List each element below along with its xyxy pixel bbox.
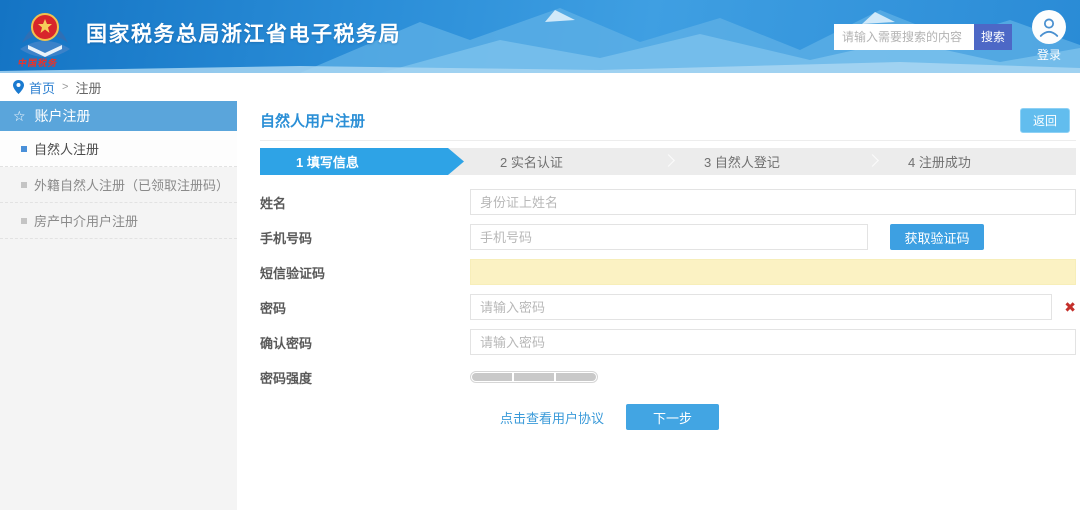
sms-code-control (470, 259, 1076, 285)
sidebar-item-natural-person-register[interactable]: 自然人注册 (0, 131, 237, 167)
form-row-phone: 手机号码 获取验证码 (260, 224, 1076, 250)
password-error-icon: ✖ (1064, 300, 1076, 314)
sidebar-item-label: 外籍自然人注册（已领取注册码） (34, 175, 229, 194)
step-4-register-success: 4 注册成功 (872, 148, 1076, 175)
sidebar-item-label: 房产中介用户注册 (34, 211, 138, 230)
form-row-password-strength: 密码强度 (260, 364, 1076, 390)
password-strength-meter (470, 371, 598, 383)
step-3-natural-person-registration: 3 自然人登记 (668, 148, 872, 175)
step-label: 4 注册成功 (908, 152, 971, 171)
bullet-icon (21, 182, 27, 188)
bullet-icon (21, 146, 27, 152)
step-wizard: 1 填写信息 2 实名认证 3 自然人登记 4 注册成功 (260, 148, 1076, 175)
site-title: 国家税务总局浙江省电子税务局 (86, 18, 401, 48)
sidebar-header-account-register[interactable]: ☆ 账户注册 (0, 101, 237, 131)
page-title: 自然人用户注册 (260, 110, 365, 131)
back-button[interactable]: 返回 (1020, 108, 1070, 133)
sidebar-item-foreign-natural-person-register[interactable]: 外籍自然人注册（已领取注册码） (0, 167, 237, 203)
sms-code-label: 短信验证码 (260, 263, 470, 282)
step-1-fill-info: 1 填写信息 (260, 148, 464, 175)
password-strength-label: 密码强度 (260, 368, 470, 387)
strength-segment (556, 373, 596, 381)
step-2-real-name-auth: 2 实名认证 (464, 148, 668, 175)
form-row-confirm-password: 确认密码 (260, 329, 1076, 355)
breadcrumb-home-link[interactable]: 首页 (29, 78, 55, 97)
name-label: 姓名 (260, 193, 470, 212)
form-row-password: 密码 ✖ (260, 294, 1076, 320)
brand: 中国税务 国家税务总局浙江省电子税务局 (14, 3, 401, 71)
step-label: 2 实名认证 (500, 152, 563, 171)
breadcrumb-current: 注册 (75, 78, 101, 97)
login-box[interactable]: 登录 (1032, 10, 1066, 63)
confirm-password-label: 确认密码 (260, 333, 470, 352)
step-label: 1 填写信息 (296, 152, 359, 171)
password-label: 密码 (260, 298, 470, 317)
bullet-icon (21, 218, 27, 224)
search-input[interactable] (834, 24, 974, 50)
logo-caption: 中国税务 (17, 56, 75, 69)
registration-form: 姓名 手机号码 获取验证码 短信验证码 (260, 189, 1076, 430)
form-footer: 点击查看用户协议 下一步 (500, 404, 1076, 430)
sidebar-list: 自然人注册 外籍自然人注册（已领取注册码） 房产中介用户注册 (0, 131, 237, 239)
password-strength-control (470, 371, 1076, 383)
breadcrumb: 首页 > 注册 (0, 73, 1080, 101)
login-label[interactable]: 登录 (1037, 46, 1061, 63)
tax-emblem-logo: 中国税务 (14, 5, 76, 71)
main-header: 自然人用户注册 返回 (260, 101, 1076, 141)
password-control: ✖ (470, 294, 1076, 320)
sidebar-item-label: 自然人注册 (34, 139, 99, 158)
breadcrumb-separator: > (62, 81, 68, 93)
name-control (470, 189, 1076, 215)
phone-control: 获取验证码 (470, 224, 1076, 250)
page: 中国税务 国家税务总局浙江省电子税务局 搜索 登录 (0, 0, 1080, 510)
phone-label: 手机号码 (260, 228, 470, 247)
user-icon (1038, 16, 1060, 38)
strength-segment (514, 373, 554, 381)
location-pin-icon (13, 80, 24, 94)
strength-segment (472, 373, 512, 381)
search-button[interactable]: 搜索 (974, 24, 1012, 50)
search-box: 搜索 (834, 24, 1012, 50)
body-row: ☆ 账户注册 自然人注册 外籍自然人注册（已领取注册码） 房产中介用户注册 (0, 101, 1080, 510)
password-input[interactable] (470, 294, 1052, 320)
phone-input[interactable] (470, 224, 868, 250)
header-right: 搜索 登录 (834, 10, 1070, 63)
sidebar-item-real-estate-agency-register[interactable]: 房产中介用户注册 (0, 203, 237, 239)
step-label: 3 自然人登记 (704, 152, 780, 171)
main-content: 自然人用户注册 返回 1 填写信息 2 实名认证 3 自然人登记 4 注册成功 (237, 101, 1080, 510)
get-verification-code-button[interactable]: 获取验证码 (890, 224, 984, 250)
sidebar-header-label: 账户注册 (35, 106, 91, 126)
sms-code-input[interactable] (470, 259, 1076, 285)
confirm-password-input[interactable] (470, 329, 1076, 355)
user-agreement-link[interactable]: 点击查看用户协议 (500, 408, 604, 427)
name-input[interactable] (470, 189, 1076, 215)
star-icon: ☆ (13, 108, 26, 125)
header: 中国税务 国家税务总局浙江省电子税务局 搜索 登录 (0, 0, 1080, 73)
sidebar: ☆ 账户注册 自然人注册 外籍自然人注册（已领取注册码） 房产中介用户注册 (0, 101, 237, 510)
next-step-button[interactable]: 下一步 (626, 404, 719, 430)
confirm-password-control (470, 329, 1076, 355)
form-row-sms-code: 短信验证码 (260, 259, 1076, 285)
form-row-name: 姓名 (260, 189, 1076, 215)
avatar[interactable] (1032, 10, 1066, 44)
